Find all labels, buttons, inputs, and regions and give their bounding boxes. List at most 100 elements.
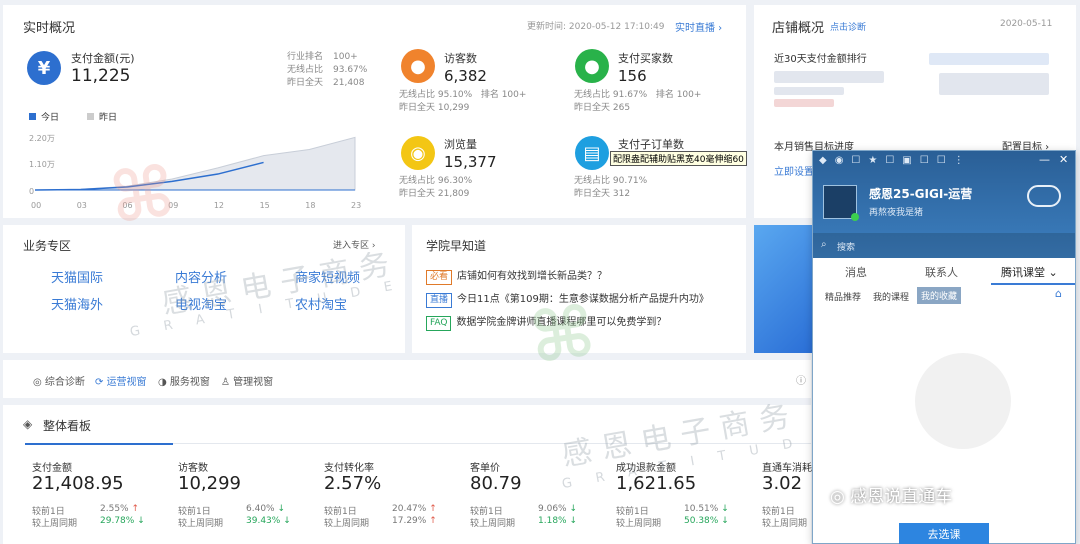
suborders-tooltip: 配限盎配辅助贴黑宽40毫伸缩60 [610, 151, 747, 166]
metric-value: 10,299 [178, 473, 241, 494]
realtime-title: 实时概况 [23, 21, 76, 36]
metric-card[interactable]: 支付金额 21,408.95 较前1日 较上周同期 2.55% ↑ 29.78% ↓ [28, 447, 168, 544]
compare-week-label: 较上周同期 [324, 519, 370, 529]
promo-banner[interactable] [754, 225, 814, 353]
news-tag: FAQ [426, 316, 452, 331]
biz-content-analysis[interactable]: 内容分析 [175, 267, 227, 286]
visitors-value: 6,382 [444, 67, 487, 85]
x-tick-label: 15 [260, 201, 270, 210]
arrow-down-icon: ↓ [569, 504, 577, 514]
visitors-label: 访客数 [444, 52, 477, 65]
metric-value: 2.57% [324, 473, 382, 494]
biz-tmall-intl[interactable]: 天猫国际 [51, 267, 103, 286]
enter-zone-link[interactable]: 进入专区 › [333, 238, 375, 251]
metric-value: 80.79 [470, 473, 522, 494]
diagnose-link[interactable]: 点击诊断 [830, 20, 866, 33]
compare-day-value: 20.47% ↑ [392, 504, 437, 514]
pay-label: 支付金额(元) [71, 52, 135, 65]
qq-subtab-recommended[interactable]: 精品推荐 [825, 290, 861, 303]
qq-signature[interactable]: 再熬夜我是猪 [869, 205, 923, 218]
metric-value: 1,621.65 [616, 473, 697, 494]
news-tag: 必看 [426, 270, 453, 285]
tab-management[interactable]: ♙ 管理视窗 [221, 373, 273, 388]
home-icon[interactable]: ⌂ [1055, 287, 1062, 300]
qq-tab-underline [991, 283, 1075, 285]
suborders-stats: 无线占比 90.71% 昨日全天 312 [574, 176, 648, 199]
blurred-rank-3 [774, 99, 834, 107]
compare-week-value: 1.18% ↓ [538, 516, 577, 526]
compare-day-value: 2.55% ↑ [100, 504, 139, 514]
compare-week-label: 较上周同期 [32, 519, 78, 529]
minimize-icon[interactable]: — [1039, 153, 1050, 166]
metric-card[interactable]: 成功退款金额 1,621.65 较前1日 较上周同期 10.51% ↓ 50.38% … [612, 447, 752, 544]
compare-week-value: 29.78% ↓ [100, 516, 145, 526]
arrow-down-icon: ↓ [569, 516, 577, 526]
select-course-button[interactable]: 去选课 [899, 523, 989, 544]
blurred-rank-5 [939, 73, 1049, 95]
x-tick-label: 06 [122, 201, 132, 210]
qq-tab-classroom[interactable]: 腾讯课堂 ⌄ [1001, 264, 1058, 280]
qq-tab-messages[interactable]: 消息 [845, 264, 867, 280]
buyers-stats: 无线占比 91.67% 排名 100+ 昨日全天 265 [574, 90, 702, 113]
info-icon[interactable]: ⓘ [796, 372, 806, 387]
series-yesterday-area [34, 136, 356, 191]
eye-icon: ◉ [401, 136, 435, 170]
store-title: 店铺概况 [772, 21, 825, 36]
academy-panel: 学院早知道 必看 店铺如何有效找到增长新品类？？ 直播 今日11点《第109期：生意参… [412, 225, 746, 353]
set-now-link[interactable]: 立即设置 [774, 163, 814, 178]
qq-tab-contacts[interactable]: 联系人 [925, 264, 958, 280]
qq-search-placeholder: 搜索 [837, 243, 856, 253]
tab-diagnosis[interactable]: ◎ 综合诊断 [33, 373, 85, 388]
compare-week-label: 较上周同期 [616, 519, 662, 529]
pageviews-stats: 无线占比 96.30% 昨日全天 21,809 [399, 176, 473, 199]
biz-tv-taobao[interactable]: 电视淘宝 [175, 294, 227, 313]
biz-rural-taobao[interactable]: 农村淘宝 [295, 294, 347, 313]
live-link[interactable]: 实时直播 › [675, 19, 722, 34]
board-title: 整体看板 [43, 419, 92, 433]
close-icon[interactable]: ✕ [1059, 153, 1068, 166]
x-tick-label: 12 [214, 201, 224, 210]
news-item[interactable]: 直播 今日11点《第109期：生意参谋数据分析产品提升内功》 [426, 290, 709, 308]
metric-card[interactable]: 访客数 10,299 较前1日 较上周同期 6.40% ↓ 39.43% ↓ [174, 447, 314, 544]
news-tag: 直播 [426, 293, 453, 308]
arrow-down-icon: ↓ [721, 516, 729, 526]
arrow-down-icon: ↓ [137, 516, 145, 526]
online-status-icon [851, 213, 859, 221]
tab-service[interactable]: ◑ 服务视窗 [158, 373, 210, 388]
tab-operations[interactable]: ⟳ 运营视窗 [95, 373, 147, 388]
y-tick-max: 2.20万 [29, 134, 55, 143]
buyers-icon: ● [575, 49, 609, 83]
qq-subtab-mycourses[interactable]: 我的课程 [873, 290, 909, 303]
biz-tmall-overseas[interactable]: 天猫海外 [51, 294, 103, 313]
yen-icon: ¥ [27, 51, 61, 85]
x-tick-label: 03 [77, 201, 87, 210]
suborders-label: 支付子订单数 [618, 138, 684, 151]
arrow-down-icon: ↓ [283, 516, 291, 526]
qq-toolbar-icons: ◆◉☐★☐▣☐☐⋮ [819, 155, 972, 166]
legend-today: 今日 [41, 111, 59, 123]
news-text: 今日11点《第109期：生意参谋数据分析产品提升内功》 [457, 294, 709, 305]
compare-day-value: 9.06% ↓ [538, 504, 577, 514]
news-item[interactable]: FAQ 数据学院金牌讲师直播课程哪里可以免费学到？ [426, 313, 666, 331]
compare-week-value: 39.43% ↓ [246, 516, 291, 526]
metric-card[interactable]: 支付转化率 2.57% 较前1日 较上周同期 20.47% ↑ 17.29% ↑ [320, 447, 460, 544]
store-date: 2020-05-11 [1000, 19, 1053, 29]
biz-short-video[interactable]: 商家短视频 [295, 267, 360, 286]
qq-search-bar[interactable]: ⌕ 搜索 [813, 233, 1075, 258]
blurred-rank-2 [774, 87, 844, 95]
pageviews-label: 浏览量 [444, 138, 477, 151]
weather-icon[interactable] [1027, 185, 1061, 207]
arrow-up-icon: ↑ [429, 504, 437, 514]
metric-label: 支付转化率 [324, 463, 374, 474]
qq-subtab-favorites[interactable]: 我的收藏 [917, 287, 962, 304]
update-time: 更新时间: 2020-05-12 17:10:49 [527, 22, 665, 32]
news-item[interactable]: 必看 店铺如何有效找到增长新品类？？ [426, 267, 607, 285]
legend-yesterday-swatch [87, 113, 94, 120]
metric-label: 成功退款金额 [616, 463, 676, 474]
compare-week-value: 17.29% ↑ [392, 516, 437, 526]
compare-week-label: 较上周同期 [762, 519, 808, 529]
metric-card[interactable]: 客单价 80.79 较前1日 较上周同期 9.06% ↓ 1.18% ↓ [466, 447, 606, 544]
realtime-panel: 实时概况 更新时间: 2020-05-12 17:10:49 实时直播 › ¥ … [3, 5, 747, 218]
metric-label: 直通车消耗 [762, 463, 812, 474]
search-icon: ⌕ [821, 239, 827, 250]
